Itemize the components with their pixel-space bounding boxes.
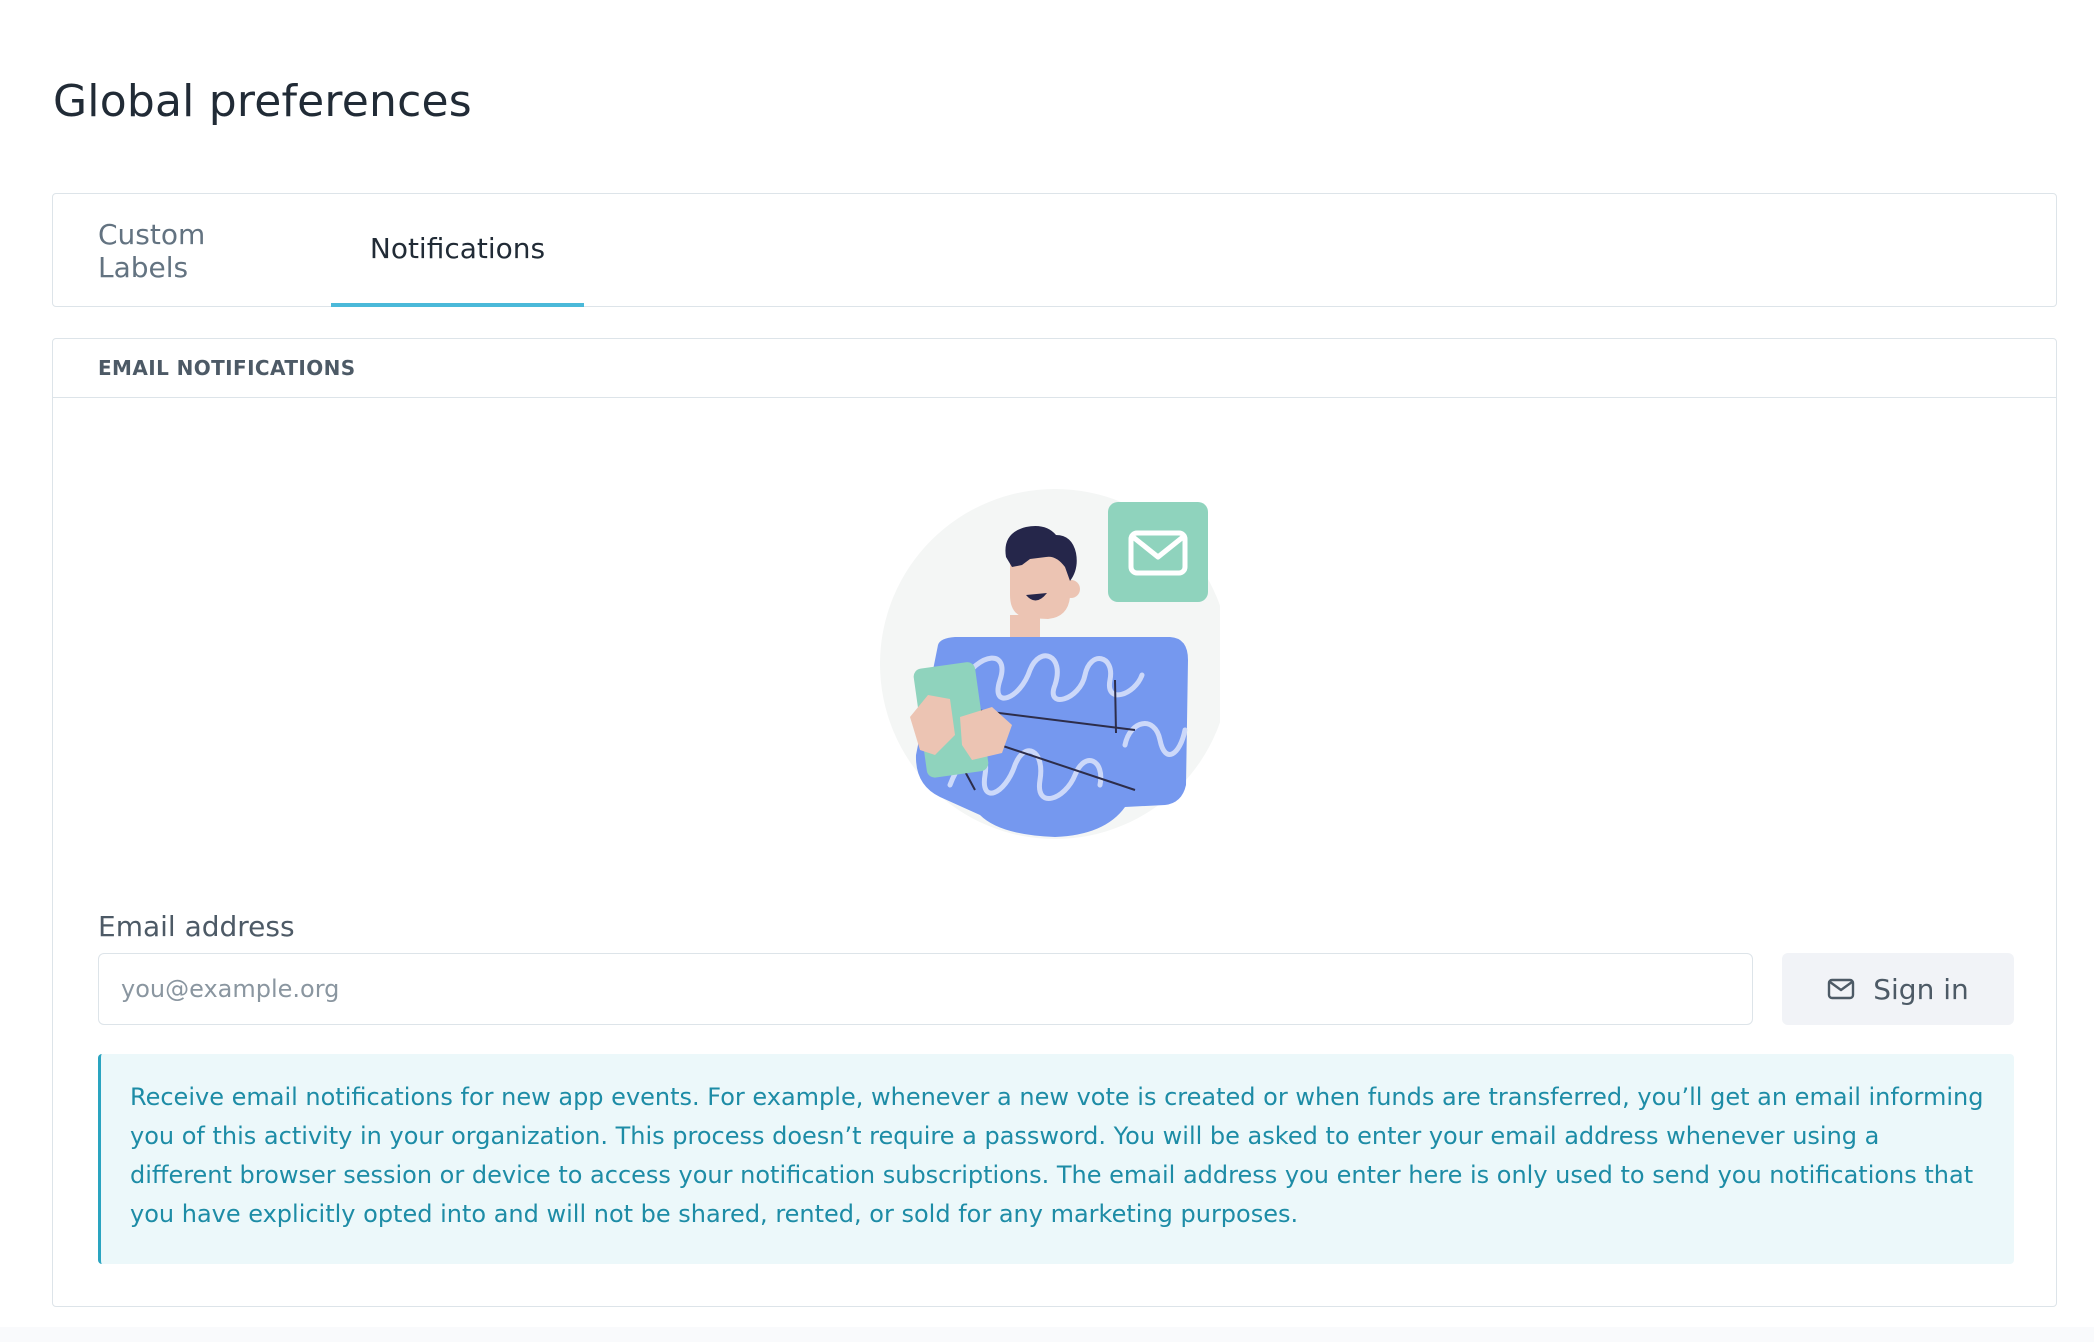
email-input[interactable]	[98, 953, 1753, 1025]
tab-custom-labels[interactable]: Custom Labels	[98, 194, 298, 307]
info-message: Receive email notifications for new app …	[98, 1054, 2014, 1264]
tab-notifications[interactable]: Notifications	[331, 194, 584, 307]
sign-in-button[interactable]: Sign in	[1782, 953, 2014, 1025]
sign-in-label: Sign in	[1873, 972, 1969, 1006]
tab-bar: Custom Labels Notifications	[52, 193, 2057, 307]
envelope-icon	[1828, 978, 1855, 1000]
page-footer-strip	[0, 1327, 2094, 1342]
page-title: Global preferences	[53, 76, 472, 127]
email-address-label: Email address	[98, 910, 295, 943]
email-notifications-panel: EMAIL NOTIFICATIONS Email address you@ex…	[52, 338, 2057, 1307]
person-with-email-illustration	[880, 489, 1220, 839]
envelope-badge-icon	[1108, 502, 1208, 602]
section-title: EMAIL NOTIFICATIONS	[53, 339, 2056, 398]
